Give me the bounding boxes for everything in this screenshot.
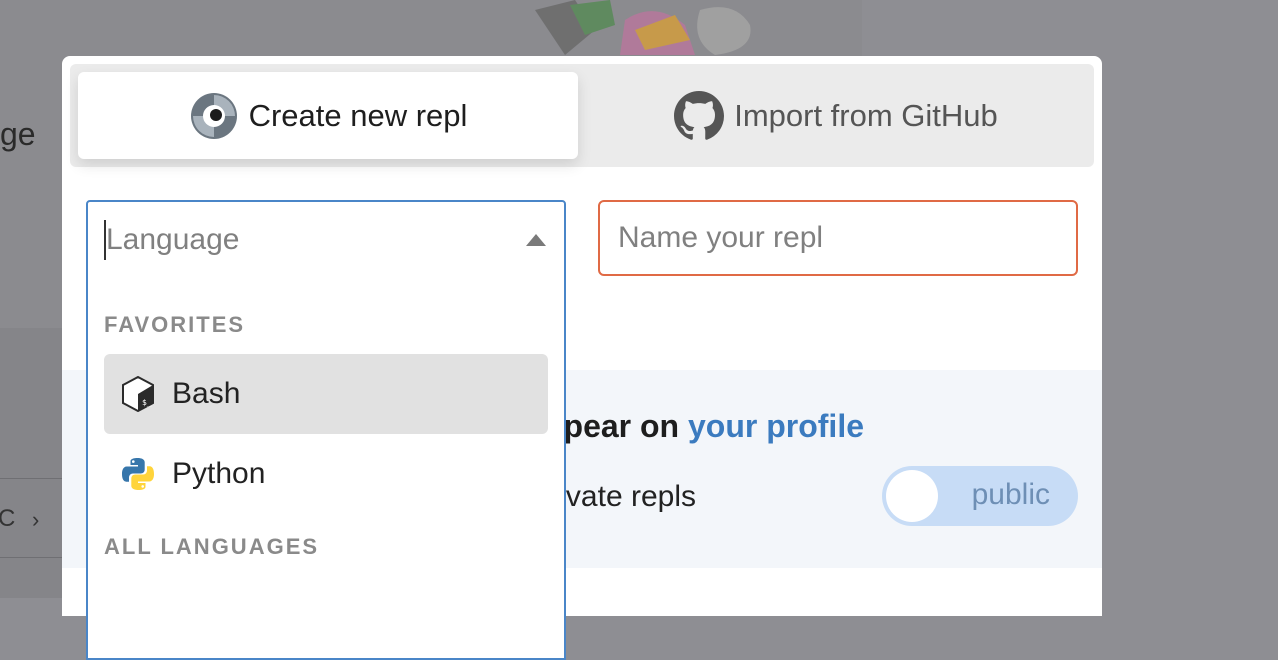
repl-name-input[interactable] xyxy=(598,200,1078,276)
toggle-knob[interactable] xyxy=(886,470,938,522)
python-icon xyxy=(120,456,156,492)
privacy-title-text: pear on xyxy=(563,408,688,444)
your-profile-link[interactable]: your profile xyxy=(688,408,864,444)
language-option-label: Bash xyxy=(172,377,241,410)
replit-logo-icon xyxy=(189,91,239,141)
chevron-right-icon: › xyxy=(32,507,40,532)
svg-text:$_: $_ xyxy=(142,398,152,407)
background-breadcrumb-text: C xyxy=(0,505,16,532)
toggle-label: public xyxy=(971,478,1050,511)
language-option-bash[interactable]: $_ Bash xyxy=(104,354,548,434)
chevron-up-icon[interactable] xyxy=(526,234,546,246)
language-option-python[interactable]: Python xyxy=(104,434,548,514)
create-repl-modal: Create new repl Import from GitHub pear … xyxy=(62,56,1102,660)
background-heading: ge xyxy=(0,116,36,152)
github-icon xyxy=(674,90,725,141)
tab-import-from-github-label: Import from GitHub xyxy=(734,97,998,133)
repl-source-tabs: Create new repl Import from GitHub xyxy=(70,64,1094,167)
background-illustration xyxy=(535,0,751,56)
public-private-toggle[interactable]: public xyxy=(882,466,1078,526)
language-option-label: Python xyxy=(172,457,266,490)
language-select[interactable]: FAVORITES $_ Bash Python xyxy=(86,200,566,660)
section-label-favorites: FAVORITES xyxy=(104,312,246,337)
section-label-all-languages: ALL LANGUAGES xyxy=(104,534,320,559)
tab-create-new-repl[interactable]: Create new repl xyxy=(78,72,578,159)
tab-import-from-github[interactable]: Import from GitHub xyxy=(586,72,1086,159)
tab-create-new-repl-label: Create new repl xyxy=(248,97,468,133)
background-breadcrumb: C › xyxy=(0,478,62,558)
language-search-input[interactable] xyxy=(104,220,506,260)
bash-icon: $_ xyxy=(120,376,156,412)
